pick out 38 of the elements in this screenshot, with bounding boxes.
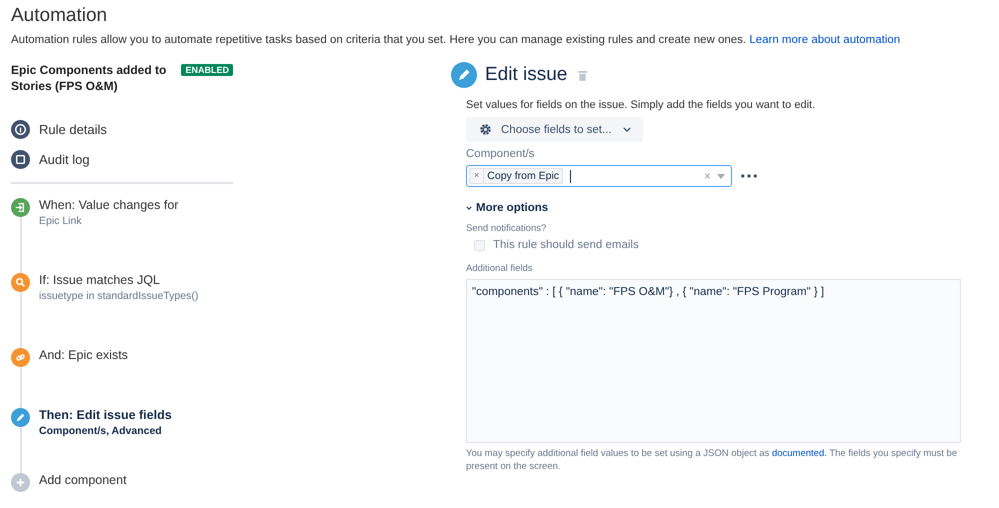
remove-tag-button[interactable]: × xyxy=(470,169,484,183)
editor-description: Set values for fields on the issue. Simply add the fields you want to edit. xyxy=(466,99,816,111)
document-icon xyxy=(11,150,30,168)
additional-fields-input[interactable]: "components" : [ { "name": "FPS O&M"} , { "name": "FPS Program" } ] xyxy=(466,279,961,443)
settings-icon xyxy=(478,122,493,137)
help-text: You may specify additional field values to be set using a JSON object as documented. The fields you specify must be present on the screen. xyxy=(466,447,958,473)
rule-nav-link[interactable]: Audit log xyxy=(39,152,90,166)
rule-name: Epic Components added to Stories (FPS O&M) xyxy=(11,62,168,94)
field-label: Component/s xyxy=(466,148,536,160)
tag: Copy from Epic xyxy=(484,169,562,183)
components-select[interactable]: × Copy from Epic × xyxy=(466,165,732,187)
trash-icon[interactable] xyxy=(578,70,588,80)
notifications-label: Send notifications? xyxy=(466,223,548,234)
status-lozenge: ENABLED xyxy=(181,64,233,76)
step-title[interactable]: Add component xyxy=(39,473,127,487)
step-detail: Component/s, Advanced xyxy=(39,425,163,437)
page-title: Automation xyxy=(11,5,108,27)
step-title[interactable]: Then: Edit issue fields xyxy=(39,408,172,422)
rule-nav-link[interactable]: Rule details xyxy=(39,122,107,136)
step-detail: issuetype in standardIssueTypes() xyxy=(39,290,198,302)
additional-fields-label: Additional fields xyxy=(466,263,534,274)
editor-title: Edit issue xyxy=(485,64,568,86)
step-title[interactable]: When: Value changes for xyxy=(39,198,178,212)
more-options-toggle[interactable]: More options xyxy=(466,202,961,214)
info-icon xyxy=(11,120,30,138)
dropdown-arrow-icon[interactable] xyxy=(717,174,725,178)
step-title[interactable]: If: Issue matches JQL xyxy=(39,273,198,287)
chevron-down-icon xyxy=(622,127,631,132)
step-title[interactable]: And: Epic exists xyxy=(39,348,128,362)
documented-link[interactable]: documented. xyxy=(772,448,827,459)
checkbox-label: This rule should send emails xyxy=(493,239,639,251)
step-detail: Epic Link xyxy=(39,215,83,227)
choose-fields-button[interactable]: Choose fields to set... xyxy=(466,117,643,142)
chevron-down-icon xyxy=(466,206,472,210)
learn-more-link[interactable]: Learn more about automation xyxy=(749,34,900,46)
pencil-icon xyxy=(451,62,477,88)
page-description: Automation rules allow you to automate repetitive tasks based on criteria that you set. Here you can manage existing rules and create new ones. Learn more about automation xyxy=(11,34,902,46)
more-icon[interactable] xyxy=(741,174,757,178)
